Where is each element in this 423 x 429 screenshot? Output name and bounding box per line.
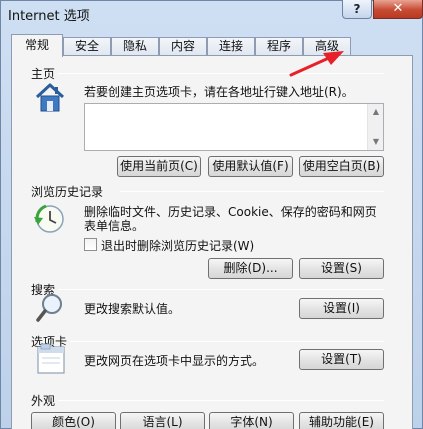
appearance-section-title: 外观 [31, 394, 56, 408]
general-tab-panel: 主页 若要创建主页选项卡，请在各地址行键入地址(R)。 ▲ ▼ 使用当前页(C)… [11, 55, 413, 429]
use-blank-button[interactable]: 使用空白页(B) [299, 156, 384, 177]
colors-button[interactable]: 颜色(O) [31, 412, 116, 429]
tabs-description: 更改网页在选项卡中显示的方式。 [84, 354, 265, 368]
tabs-settings-button[interactable]: 设置(T) [299, 349, 384, 370]
search-settings-button[interactable]: 设置(I) [299, 298, 384, 319]
tab-security[interactable]: 安全 [63, 37, 111, 56]
homepage-description: 若要创建主页选项卡，请在各地址行键入地址(R)。 [84, 85, 354, 99]
delete-history-on-exit-label[interactable]: 退出时删除浏览历史记录(W) [101, 237, 254, 254]
history-section-title: 浏览历史记录 [31, 185, 104, 199]
use-default-button[interactable]: 使用默认值(F) [208, 156, 293, 177]
window-title: Internet 选项 [8, 9, 90, 24]
homepage-divider [58, 73, 384, 74]
fonts-button[interactable]: 字体(N) [209, 412, 294, 429]
close-button[interactable]: ✕ [373, 0, 423, 19]
tab-programs[interactable]: 程序 [255, 37, 303, 56]
delete-history-on-exit-checkbox[interactable] [84, 238, 97, 251]
internet-options-dialog: Internet 选项 ? ✕ 常规 安全 隐私 内容 连接 程序 高级 主页 … [0, 0, 423, 429]
help-button[interactable]: ? [342, 0, 372, 19]
history-clock-icon [34, 202, 68, 239]
tab-privacy[interactable]: 隐私 [111, 37, 159, 56]
scroll-up-arrow-icon[interactable]: ▲ [368, 104, 384, 120]
tab-advanced[interactable]: 高级 [303, 37, 351, 56]
history-description-line2: 表单信息。 [84, 219, 145, 233]
languages-button[interactable]: 语言(L) [120, 412, 205, 429]
history-divider [120, 191, 384, 192]
tab-connections[interactable]: 连接 [207, 37, 255, 56]
tab-general[interactable]: 常规 [11, 34, 63, 57]
use-current-button[interactable]: 使用当前页(C) [117, 156, 201, 177]
title-bar[interactable]: Internet 选项 ? ✕ [1, 0, 423, 31]
homepage-section-title: 主页 [31, 67, 56, 81]
house-icon [33, 82, 67, 117]
tabs-divider [70, 341, 384, 342]
search-description: 更改搜索默认值。 [84, 302, 181, 316]
history-settings-button[interactable]: 设置(S) [299, 258, 384, 279]
tab-content[interactable]: 内容 [159, 37, 207, 56]
magnifier-icon [36, 293, 66, 326]
search-divider [58, 289, 384, 290]
tabbed-window-icon [36, 343, 68, 380]
scroll-down-arrow-icon[interactable]: ▼ [368, 134, 384, 150]
homepage-scrollbar[interactable]: ▲ ▼ [367, 104, 383, 150]
appearance-divider [58, 400, 384, 401]
accessibility-button[interactable]: 辅助功能(E) [299, 412, 384, 429]
delete-history-button[interactable]: 删除(D)... [208, 258, 293, 279]
homepage-address-input[interactable]: ▲ ▼ [84, 103, 384, 151]
